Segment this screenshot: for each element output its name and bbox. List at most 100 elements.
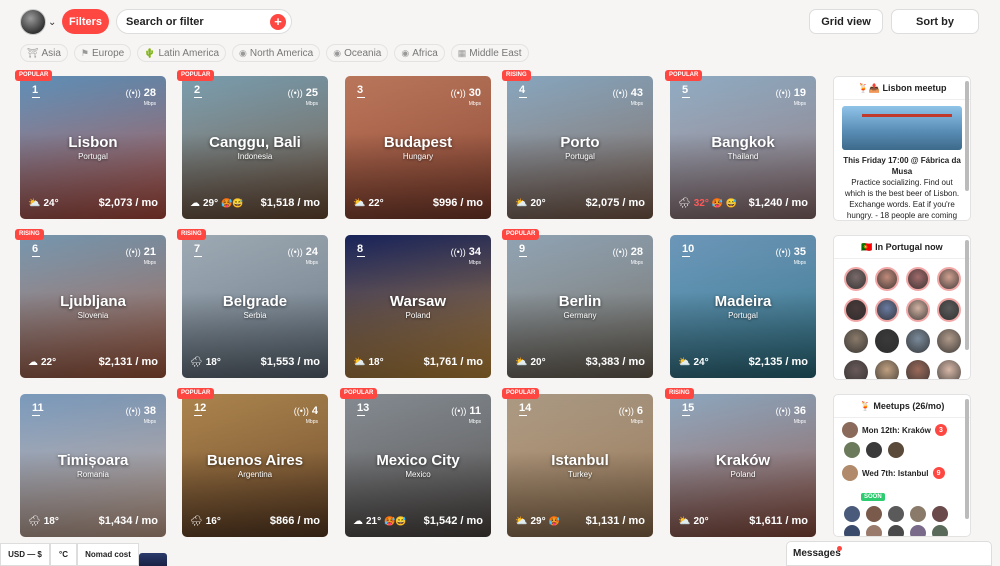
city-card[interactable]: 7 ((•)) 24 Mbps Belgrade Serbia 🌧 18° $1,553 / m… [182, 235, 328, 378]
region-chip[interactable]: ◉ North America [232, 44, 321, 62]
in-country-panel[interactable]: 🇵🇹 In Portugal now [833, 235, 971, 380]
avatar[interactable] [937, 360, 961, 379]
currency-selector[interactable]: USD — $ [0, 543, 50, 566]
messages-button[interactable]: Messages [786, 541, 992, 566]
cost-mode-selector[interactable]: Nomad cost [77, 543, 139, 566]
wifi-speed: ((•)) 28 Mbps [613, 242, 643, 266]
avatar [910, 506, 926, 522]
avatar[interactable] [875, 298, 899, 322]
attendee-count: 9 [932, 467, 945, 479]
wifi-speed: ((•)) 19 Mbps [776, 83, 806, 107]
city-card[interactable]: 8 ((•)) 34 Mbps Warsaw Poland ⛅ 18° $1,761 / mo [345, 235, 491, 378]
country-name: Portugal [728, 311, 758, 320]
add-filter-icon[interactable]: + [270, 14, 286, 30]
card-stats: ⛅ 22° $996 / mo [353, 195, 483, 211]
meetup-item[interactable]: Mon 12th: Kraków 3 [834, 418, 970, 442]
city-name: Budapest [383, 134, 453, 151]
card-stats: 🌧 32° 🥵 😅 $1,240 / mo [678, 195, 808, 211]
unread-dot [837, 546, 842, 551]
meetup-panel[interactable]: 🍹📤 Lisbon meetup This Friday 17:00 @ Fáb… [833, 76, 971, 221]
monthly-cost: $1,761 / mo [423, 356, 483, 368]
scrollbar[interactable] [965, 399, 969, 519]
chevron-down-icon[interactable]: ⌄ [48, 17, 56, 28]
avatar [844, 506, 860, 522]
scrollbar[interactable] [965, 81, 969, 191]
wifi-unit: Mbps [793, 419, 806, 425]
wifi-unit: Mbps [143, 101, 156, 107]
monthly-cost: $3,383 / mo [585, 356, 645, 368]
city-card[interactable]: 1 ((•)) 28 Mbps Lisbon Portugal ⛅ 24° $2,073 / m… [20, 76, 166, 219]
city-card[interactable]: 9 ((•)) 28 Mbps Berlin Germany ⛅ 20° $3,383 / mo [507, 235, 653, 378]
sort-by-button[interactable]: Sort by [891, 9, 979, 34]
city-card[interactable]: 15 ((•)) 36 Mbps Kraków Poland ⛅ 20° $1,611 / mo [670, 394, 816, 537]
meetup-item[interactable]: Wed 7th: Istanbul 9 [834, 461, 970, 485]
region-chip[interactable]: ◉ Africa [394, 44, 445, 62]
units-toggle[interactable]: °C [50, 543, 77, 566]
meetup-when: This Friday 17:00 @ Fábrica da Musa [843, 156, 961, 176]
user-menu[interactable]: ⌄ [20, 9, 56, 35]
avatar[interactable] [844, 329, 868, 353]
city-card[interactable]: 12 ((•)) 4 Mbps Buenos Aires Argentina 🌧 16° $86… [182, 394, 328, 537]
avatar[interactable] [906, 298, 930, 322]
card-stats: ⛅ 20° $2,075 / mo [515, 195, 645, 211]
avatar[interactable] [844, 298, 868, 322]
wifi-speed: ((•)) 43 Mbps [613, 83, 643, 107]
city-card[interactable]: 4 ((•)) 43 Mbps Porto Portugal ⛅ 20° $2,075 / mo [507, 76, 653, 219]
city-card[interactable]: 6 ((•)) 21 Mbps Ljubljana Slovenia ☁ 22° $2,131 … [20, 235, 166, 378]
wifi-unit: Mbps [143, 419, 156, 425]
avatar [866, 525, 882, 536]
city-card[interactable]: 5 ((•)) 19 Mbps Bangkok Thailand 🌧 32° 🥵 😅 $1,240… [670, 76, 816, 219]
monthly-cost: $866 / mo [269, 515, 320, 527]
country-name: Serbia [243, 311, 267, 320]
avatar[interactable] [20, 9, 46, 35]
city-card[interactable]: 10 ((•)) 35 Mbps Madeira Portugal ⛅ 24° $2,135 /… [670, 235, 816, 378]
grid-view-button[interactable]: Grid view [809, 9, 883, 34]
comfort-icon: 🥵 [548, 515, 560, 526]
wifi-icon: ((•)) [612, 88, 628, 98]
temperature: 24° [43, 197, 59, 209]
avatar[interactable] [875, 267, 899, 291]
region-chip[interactable]: ⚑ Europe [73, 44, 132, 62]
wifi-icon: ((•)) [775, 406, 791, 416]
filters-button[interactable]: Filters [62, 9, 109, 34]
weather-icon: ☁ [353, 515, 363, 527]
region-label: Europe [91, 47, 125, 59]
scrollbar[interactable] [965, 240, 969, 350]
avatar[interactable] [937, 329, 961, 353]
country-name: Hungary [402, 152, 434, 161]
monthly-cost: $2,135 / mo [748, 356, 808, 368]
avatar[interactable] [906, 267, 930, 291]
status-badge: POPULAR [177, 388, 215, 399]
region-chip[interactable]: ⛩ Asia [20, 44, 68, 62]
avatar[interactable] [906, 329, 930, 353]
avatar[interactable] [937, 267, 961, 291]
wifi-icon: ((•)) [125, 406, 141, 416]
region-chip[interactable]: ▦ Middle East [450, 44, 529, 62]
search-input[interactable]: Search or filter + [116, 9, 292, 34]
wifi-value: 24 [305, 246, 318, 258]
region-chip[interactable]: ◉ Oceania [326, 44, 389, 62]
meetups-title: 🍹 Meetups (26/mo) [834, 395, 970, 418]
city-rank: 8 [357, 243, 366, 257]
card-stats: ☁ 21° 🥵😅 $1,542 / mo [353, 513, 483, 529]
city-card[interactable]: 2 ((•)) 25 Mbps Canggu, Bali Indonesia ☁ 29° 🥵😅 $… [182, 76, 328, 219]
card-stats: ☁ 22° $2,131 / mo [28, 354, 158, 370]
temperature: 18° [205, 356, 221, 368]
avatar[interactable] [875, 360, 899, 379]
status-badge: POPULAR [15, 70, 53, 81]
temperature: 22° [41, 356, 57, 368]
wifi-value: 38 [143, 405, 156, 417]
city-card[interactable]: 14 ((•)) 6 Mbps Istanbul Turkey ⛅ 29° 🥵 $1,131 / … [507, 394, 653, 537]
avatar[interactable] [906, 360, 930, 379]
avatar[interactable] [937, 298, 961, 322]
city-card[interactable]: 3 ((•)) 30 Mbps Budapest Hungary ⛅ 22° $996 / mo [345, 76, 491, 219]
wifi-speed: ((•)) 38 Mbps [126, 401, 156, 425]
avatar[interactable] [844, 360, 868, 379]
avatar[interactable] [875, 329, 899, 353]
city-card[interactable]: 13 ((•)) 11 Mbps Mexico City Mexico ☁ 21° 🥵😅 $1,5… [345, 394, 491, 537]
meetups-panel[interactable]: 🍹 Meetups (26/mo) Mon 12th: Kraków 3 Wed… [833, 394, 971, 537]
temperature: 29° [530, 515, 546, 527]
city-card[interactable]: 11 ((•)) 38 Mbps Timișoara Romania 🌧 18° $1,434 … [20, 394, 166, 537]
avatar[interactable] [844, 267, 868, 291]
region-chip[interactable]: 🌵 Latin America [137, 44, 227, 62]
